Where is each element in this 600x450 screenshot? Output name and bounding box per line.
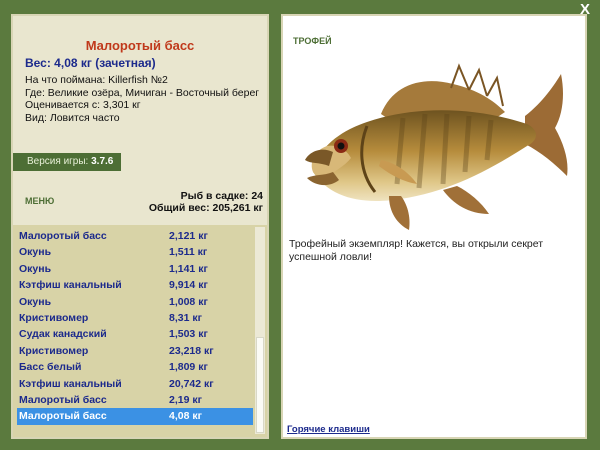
catch-list-item[interactable]: Басс белый 1,809 кг (17, 359, 253, 375)
catch-item-weight: 8,31 кг (169, 311, 202, 324)
version-label: Версия игры: (27, 156, 89, 167)
catch-item-name: Окунь (19, 262, 52, 275)
catch-list-item[interactable]: Окунь 1,141 кг (17, 261, 253, 277)
hotkeys-link[interactable]: Горячие клавиши (287, 424, 370, 435)
catch-item-weight: 1,809 кг (169, 361, 208, 374)
fish-weight: Вес: 4,08 кг (зачетная) (25, 56, 156, 70)
catch-panel: Малоротый басс Вес: 4,08 кг (зачетная) Н… (11, 14, 269, 439)
catch-list-items: Малоротый басс 2,121 кг Окунь 1,511 кг Окунь… (17, 228, 253, 425)
catch-item-name: Кристивомер (19, 311, 89, 324)
catch-item-weight: 2,19 кг (169, 393, 202, 406)
catch-item-name: Судак канадский (19, 328, 107, 341)
catch-item-name: Басс белый (19, 361, 82, 374)
catch-item-name: Малоротый басс (19, 393, 107, 406)
catch-list-item[interactable]: Окунь 1,511 кг (17, 244, 253, 260)
catch-item-weight: 20,742 кг (169, 377, 214, 390)
catch-list-item[interactable]: Кристивомер 23,218 кг (17, 343, 253, 359)
info-bait: На что поймана: Killerfish №2 (25, 74, 168, 86)
trophy-panel: ТРОФЕЙ Трофейный экземпляр! Кажется, вы … (281, 14, 587, 439)
version-badge: Версия игры: 3.7.6 (13, 153, 121, 171)
catch-item-weight: 1,008 кг (169, 295, 208, 308)
catch-list-item[interactable]: Судак канадский 1,503 кг (17, 326, 253, 342)
catch-item-weight: 2,121 кг (169, 230, 208, 242)
catch-list-item[interactable]: Кэтфиш канальный 9,914 кг (17, 277, 253, 293)
fish-image (305, 63, 568, 230)
catch-item-weight: 1,511 кг (169, 246, 208, 259)
catch-item-name: Окунь (19, 246, 52, 259)
catch-item-name: Кристивомер (19, 344, 89, 357)
info-frequency: Вид: Ловится часто (25, 111, 120, 124)
catch-item-weight: 4,08 кг (169, 410, 202, 423)
catch-list-scrollbar[interactable] (255, 227, 265, 434)
menu-button[interactable]: МЕНЮ (25, 196, 54, 206)
catch-item-name: Малоротый басс (19, 410, 107, 423)
catch-item-weight: 9,914 кг (169, 279, 208, 292)
catch-list-item[interactable]: Малоротый басс 2,121 кг (17, 228, 253, 244)
catch-list-item[interactable]: Малоротый басс 4,08 кг (17, 408, 253, 425)
catch-item-name: Кэтфиш канальный (19, 377, 122, 390)
game-window: X Малоротый басс Вес: 4,08 кг (зачетная)… (0, 0, 600, 450)
keepnet-stats: Рыб в садке: 24 Общий вес: 205,261 кг (149, 190, 263, 214)
catch-list-item[interactable]: Окунь 1,008 кг (17, 294, 253, 310)
catch-list-item[interactable]: Кристивомер 8,31 кг (17, 310, 253, 326)
catch-item-name: Кэтфиш канальный (19, 279, 122, 292)
catch-list-item[interactable]: Кэтфиш канальный 20,742 кг (17, 376, 253, 392)
catch-item-name: Окунь (19, 295, 52, 308)
scrollbar-thumb[interactable] (256, 337, 264, 433)
catch-list-item[interactable]: Малоротый басс 2,19 кг (17, 392, 253, 408)
catch-list[interactable]: Малоротый басс 2,121 кг Окунь 1,511 кг Окунь… (13, 225, 267, 437)
fish-count: Рыб в садке: 24 (180, 190, 263, 202)
version-value: 3.7.6 (91, 156, 114, 167)
catch-item-weight: 1,503 кг (169, 328, 208, 341)
trophy-label: ТРОФЕЙ (293, 36, 332, 46)
catch-item-weight: 23,218 кг (169, 344, 214, 357)
trophy-description: Трофейный экземпляр! Кажется, вы открыли… (289, 238, 544, 263)
catch-item-name: Малоротый басс (19, 230, 107, 242)
fish-info: На что поймана: Killerfish №2 Где: Велик… (25, 74, 261, 124)
info-location: Где: Великие озёра, Мичиган - Восточный … (25, 86, 260, 99)
total-weight: Общий вес: 205,261 кг (148, 202, 263, 214)
info-trophy-threshold: Оценивается с: 3,301 кг (25, 99, 141, 111)
fish-title: Малоротый басс (85, 38, 195, 53)
catch-item-weight: 1,141 кг (169, 262, 208, 275)
